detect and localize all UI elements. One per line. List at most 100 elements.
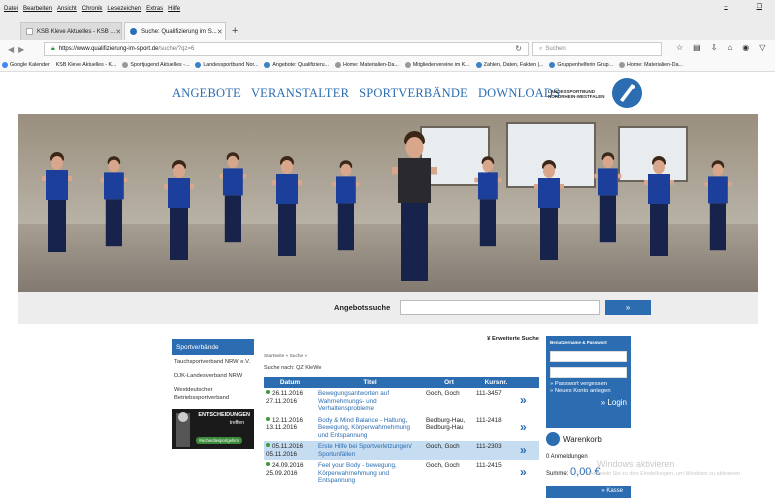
- password-input[interactable]: [550, 367, 627, 378]
- advanced-search-link[interactable]: ¥ Erweiterte Suche: [264, 336, 539, 342]
- library-icon[interactable]: ▤: [693, 43, 701, 52]
- bookmark-label: Sportjugend Aktuelles -...: [130, 61, 190, 68]
- offer-search-bar: Angebotssuche »: [18, 292, 758, 324]
- bookmark-label: Home: Materialien-Da...: [627, 61, 683, 68]
- site-favicon-icon: [195, 61, 202, 68]
- new-tab-icon[interactable]: +: [232, 25, 238, 37]
- bookmark-ksb-kleve[interactable]: KSB Kleve Aktuelles - K...: [56, 62, 117, 68]
- nav-sportverbaende[interactable]: SPORTVERBÄNDE: [359, 86, 468, 101]
- date-start: 12.11.2016 13.11.2016: [266, 416, 304, 432]
- bookmark-sportjugend[interactable]: Sportjugend Aktuelles -...: [122, 61, 190, 68]
- bookmark-google-kalender[interactable]: Google Kalender: [2, 61, 50, 68]
- site-header: ANGEBOTE VERANSTALTER SPORTVERBÄNDE DOWN…: [0, 72, 775, 114]
- tab-suche[interactable]: Suche: Qualifizierung im S... ✕: [124, 22, 226, 40]
- row-kursnr: 111-2418: [476, 416, 502, 424]
- site-favicon-icon: [549, 61, 556, 68]
- menu-datei[interactable]: Datei: [4, 6, 18, 12]
- restore-icon[interactable]: ❐: [757, 4, 762, 10]
- menu-ansicht[interactable]: Ansicht: [57, 6, 77, 12]
- sidebar-item-betriebssport[interactable]: Westdeutscher Betriebssportverband: [172, 383, 254, 405]
- banner-subtitle: treffen: [229, 420, 244, 426]
- row-open[interactable]: »: [518, 415, 539, 442]
- sidebar-item-tauchsport[interactable]: Tauchsportverband NRW e.V.: [172, 355, 254, 369]
- bookmark-materialien-2[interactable]: Home: Materialien-Da...: [619, 61, 683, 68]
- row-open[interactable]: »: [518, 460, 539, 487]
- menu-hilfe[interactable]: Hilfe: [168, 6, 180, 12]
- close-icon[interactable]: ✕: [115, 28, 121, 36]
- back-icon[interactable]: ◀: [8, 45, 14, 54]
- table-row[interactable]: 05.11.2016 05.11.2016 Erste Hilfe bei Spo…: [264, 441, 539, 460]
- forgot-password-link[interactable]: » Passwort vergessen: [550, 381, 627, 388]
- banner-hashtag: #sicherdiesportgehirn: [196, 437, 243, 444]
- entscheidungen-banner[interactable]: ENTSCHEIDUNGEN treffen #sicherdiesportge…: [172, 409, 254, 449]
- new-account-link[interactable]: » Neues Konto anlegen: [550, 388, 627, 395]
- row-open[interactable]: »: [518, 441, 539, 460]
- menu-bearbeiten[interactable]: Bearbeiten: [23, 6, 52, 12]
- offer-search-button[interactable]: »: [605, 300, 651, 315]
- row-date: 12.11.2016 13.11.2016: [264, 415, 316, 442]
- date-start: 05.11.2016 05.11.2016: [266, 443, 304, 458]
- window-controls: – ❐: [702, 3, 767, 10]
- menu-chronik[interactable]: Chronik: [82, 6, 103, 12]
- toolbar-icons: ☆ ▤ ⇩ ⌂ ◉ ▽: [676, 43, 765, 52]
- banner-title: ENTSCHEIDUNGEN: [198, 412, 250, 418]
- breadcrumb[interactable]: Startseite » Suche »: [264, 354, 539, 359]
- login-link[interactable]: » Login: [550, 398, 627, 407]
- pocket-icon[interactable]: ◉: [742, 43, 749, 52]
- bookmark-label: Landessportbund Nor...: [203, 61, 259, 68]
- tab-ksb-kleve[interactable]: KSB Kleve Aktuelles - KSB ... ✕: [20, 22, 122, 40]
- results-rows: 26.11.2016 27.11.2016 Bewegungsantworten …: [264, 388, 539, 487]
- windows-activation-watermark: Windows aktivieren: [597, 459, 675, 469]
- username-input[interactable]: [550, 351, 627, 362]
- bookmark-label: Zahlen, Daten, Fakten |...: [483, 61, 544, 68]
- col-datum: Datum: [264, 377, 316, 388]
- row-title[interactable]: Bewegungsantworten auf Wahrnehmungs- und…: [316, 388, 424, 415]
- shield-icon[interactable]: ▽: [759, 43, 765, 52]
- offer-search-label: Angebotssuche: [334, 303, 391, 312]
- nav-angebote[interactable]: ANGEBOTE: [172, 86, 241, 101]
- nav-veranstalter[interactable]: VERANSTALTER: [251, 86, 349, 101]
- chevron-right-icon: »: [520, 419, 527, 434]
- row-title[interactable]: Erste Hilfe bei Sportverletzungen/ Sport…: [316, 441, 424, 460]
- globe-icon: [334, 61, 341, 68]
- bookmark-landessportbund[interactable]: Landessportbund Nor...: [195, 61, 259, 68]
- home-icon[interactable]: ⌂: [727, 43, 732, 52]
- star-icon[interactable]: ☆: [676, 43, 683, 52]
- row-kursnr: 111-2303: [474, 441, 518, 460]
- row-ort: Goch, Goch: [424, 441, 474, 460]
- sidebar-title[interactable]: Sportverbände: [172, 339, 254, 355]
- row-title[interactable]: Body & Mind Balance - Haltung, Bewegung,…: [316, 415, 424, 442]
- forward-icon[interactable]: ▶: [18, 45, 24, 54]
- bookmark-label: KSB Kleve Aktuelles - K...: [55, 61, 117, 68]
- menu-extras[interactable]: Extras: [146, 6, 163, 12]
- minimize-icon[interactable]: –: [724, 4, 727, 10]
- bookmark-zahlen-daten[interactable]: Zahlen, Daten, Fakten |...: [475, 61, 544, 68]
- bookmark-label: Google Kalender: [10, 61, 50, 68]
- bookmark-gruppenhelferin[interactable]: Gruppenhelferin Grup...: [549, 61, 614, 68]
- landessportbund-logo[interactable]: LANDESSPORTBUND NORDRHEIN-WESTFALEN: [548, 78, 642, 108]
- cart-title: Warenkorb: [563, 434, 602, 444]
- google-icon: [2, 61, 8, 68]
- close-icon[interactable]: ✕: [217, 28, 223, 36]
- row-title[interactable]: Feel your Body - bewegung, Körperwahrneh…: [316, 460, 424, 487]
- download-icon[interactable]: ⇩: [711, 43, 718, 52]
- table-row[interactable]: 12.11.2016 13.11.2016 Body & Mind Balance…: [264, 415, 539, 442]
- table-row[interactable]: 24.09.2016 25.09.2016 Feel your Body - be…: [264, 460, 539, 487]
- table-row[interactable]: 26.11.2016 27.11.2016 Bewegungsantworten …: [264, 388, 539, 415]
- bookmark-label: Gruppenhelferin Grup...: [557, 61, 614, 68]
- bookmark-materialien[interactable]: Home: Materialien-Da...: [334, 61, 399, 68]
- row-open[interactable]: »: [518, 388, 539, 415]
- sidebar-item-djk[interactable]: DJK-Landesverband NRW: [172, 369, 254, 383]
- offer-search-input[interactable]: [400, 300, 600, 315]
- bookmark-mitgliedervereine[interactable]: Mitgliedervereine im K...: [404, 61, 470, 68]
- bookmark-angebote[interactable]: Angebote: Qualifizieru...: [264, 61, 329, 68]
- bookmark-label: Mitgliedervereine im K...: [412, 61, 470, 68]
- browser-search-input[interactable]: ⌕ Suchen: [532, 42, 662, 56]
- url-bar[interactable]: 🔒︎ https://www.qualifizierung-im-sport.d…: [44, 42, 529, 56]
- row-date: 05.11.2016 05.11.2016: [264, 441, 316, 460]
- menu-lesezeichen[interactable]: Lesezeichen: [107, 6, 141, 12]
- row-date: 24.09.2016 25.09.2016: [264, 460, 316, 487]
- reload-icon[interactable]: ↻: [515, 44, 522, 53]
- checkout-button[interactable]: » Kasse: [546, 486, 631, 498]
- url-path: /suche/?qz=6: [158, 46, 195, 52]
